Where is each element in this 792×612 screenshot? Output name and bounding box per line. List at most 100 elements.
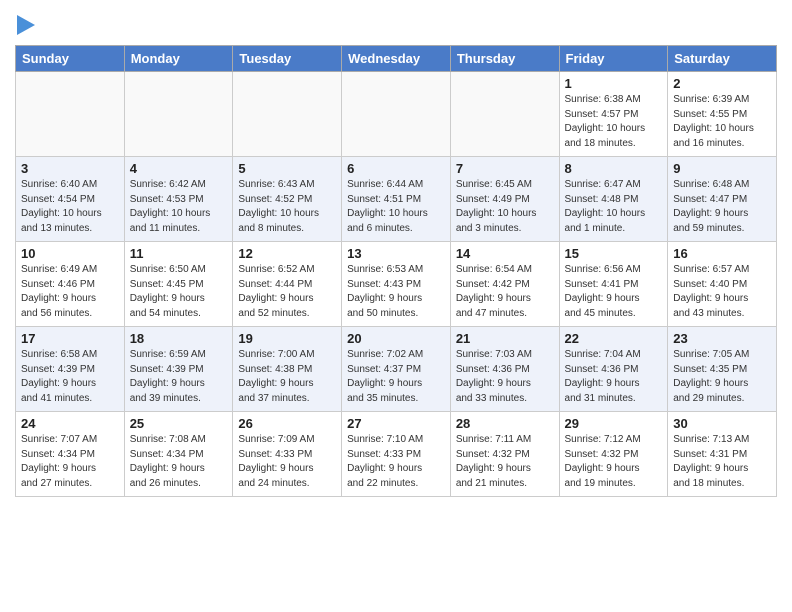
calendar-cell: 29 Sunrise: 7:12 AM Sunset: 4:32 PM Dayli… — [559, 412, 668, 497]
weekday-header-friday: Friday — [559, 46, 668, 72]
day-info: Sunrise: 6:38 AM Sunset: 4:57 PM Dayligh… — [565, 93, 663, 151]
calendar-cell — [233, 72, 342, 157]
day-number: 20 — [347, 331, 445, 346]
day-number: 6 — [347, 161, 445, 176]
day-number: 24 — [21, 416, 119, 431]
day-info: Sunrise: 6:58 AM Sunset: 4:39 PM Dayligh… — [21, 348, 119, 406]
calendar-cell: 26 Sunrise: 7:09 AM Sunset: 4:33 PM Dayli… — [233, 412, 342, 497]
day-info: Sunrise: 6:49 AM Sunset: 4:46 PM Dayligh… — [21, 263, 119, 321]
day-number: 12 — [238, 246, 336, 261]
weekday-header-row: SundayMondayTuesdayWednesdayThursdayFrid… — [16, 46, 777, 72]
calendar-cell — [342, 72, 451, 157]
calendar-cell: 2 Sunrise: 6:39 AM Sunset: 4:55 PM Daylig… — [668, 72, 777, 157]
calendar-cell: 16 Sunrise: 6:57 AM Sunset: 4:40 PM Dayli… — [668, 242, 777, 327]
logo-arrow-icon — [17, 15, 35, 35]
page-container: SundayMondayTuesdayWednesdayThursdayFrid… — [0, 0, 792, 507]
day-info: Sunrise: 7:09 AM Sunset: 4:33 PM Dayligh… — [238, 433, 336, 491]
calendar-cell: 25Sunrise: 7:08 AM Sunset: 4:34 PM Dayli… — [124, 412, 233, 497]
calendar-cell: 13 Sunrise: 6:53 AM Sunset: 4:43 PM Dayli… — [342, 242, 451, 327]
calendar-cell: 28 Sunrise: 7:11 AM Sunset: 4:32 PM Dayli… — [450, 412, 559, 497]
day-info: Sunrise: 6:44 AM Sunset: 4:51 PM Dayligh… — [347, 178, 445, 236]
calendar-cell — [16, 72, 125, 157]
day-info: Sunrise: 6:40 AM Sunset: 4:54 PM Dayligh… — [21, 178, 119, 236]
page-header — [15, 15, 777, 35]
day-number: 3 — [21, 161, 119, 176]
calendar-week-3: 10Sunrise: 6:49 AM Sunset: 4:46 PM Dayli… — [16, 242, 777, 327]
day-number: 17 — [21, 331, 119, 346]
day-info: Sunrise: 7:04 AM Sunset: 4:36 PM Dayligh… — [565, 348, 663, 406]
day-number: 21 — [456, 331, 554, 346]
day-info: Sunrise: 7:02 AM Sunset: 4:37 PM Dayligh… — [347, 348, 445, 406]
calendar-cell: 24Sunrise: 7:07 AM Sunset: 4:34 PM Dayli… — [16, 412, 125, 497]
calendar-cell — [124, 72, 233, 157]
day-number: 4 — [130, 161, 228, 176]
calendar-cell: 19Sunrise: 7:00 AM Sunset: 4:38 PM Dayli… — [233, 327, 342, 412]
day-number: 19 — [238, 331, 336, 346]
day-number: 13 — [347, 246, 445, 261]
logo — [15, 15, 35, 35]
day-number: 29 — [565, 416, 663, 431]
calendar-week-2: 3 Sunrise: 6:40 AM Sunset: 4:54 PM Daylig… — [16, 157, 777, 242]
day-number: 23 — [673, 331, 771, 346]
calendar-week-4: 17 Sunrise: 6:58 AM Sunset: 4:39 PM Dayli… — [16, 327, 777, 412]
day-number: 26 — [238, 416, 336, 431]
day-number: 25 — [130, 416, 228, 431]
weekday-header-wednesday: Wednesday — [342, 46, 451, 72]
calendar-week-5: 24Sunrise: 7:07 AM Sunset: 4:34 PM Dayli… — [16, 412, 777, 497]
day-info: Sunrise: 6:59 AM Sunset: 4:39 PM Dayligh… — [130, 348, 228, 406]
calendar-cell: 18 Sunrise: 6:59 AM Sunset: 4:39 PM Dayli… — [124, 327, 233, 412]
day-info: Sunrise: 6:48 AM Sunset: 4:47 PM Dayligh… — [673, 178, 771, 236]
weekday-header-saturday: Saturday — [668, 46, 777, 72]
day-info: Sunrise: 7:03 AM Sunset: 4:36 PM Dayligh… — [456, 348, 554, 406]
day-info: Sunrise: 7:11 AM Sunset: 4:32 PM Dayligh… — [456, 433, 554, 491]
day-info: Sunrise: 6:53 AM Sunset: 4:43 PM Dayligh… — [347, 263, 445, 321]
calendar-cell: 30Sunrise: 7:13 AM Sunset: 4:31 PM Dayli… — [668, 412, 777, 497]
weekday-header-monday: Monday — [124, 46, 233, 72]
weekday-header-thursday: Thursday — [450, 46, 559, 72]
day-number: 30 — [673, 416, 771, 431]
day-number: 5 — [238, 161, 336, 176]
calendar-cell: 14Sunrise: 6:54 AM Sunset: 4:42 PM Dayli… — [450, 242, 559, 327]
day-number: 22 — [565, 331, 663, 346]
day-info: Sunrise: 7:10 AM Sunset: 4:33 PM Dayligh… — [347, 433, 445, 491]
day-number: 1 — [565, 76, 663, 91]
calendar-cell: 23 Sunrise: 7:05 AM Sunset: 4:35 PM Dayli… — [668, 327, 777, 412]
day-number: 18 — [130, 331, 228, 346]
day-info: Sunrise: 6:43 AM Sunset: 4:52 PM Dayligh… — [238, 178, 336, 236]
calendar-cell: 8 Sunrise: 6:47 AM Sunset: 4:48 PM Daylig… — [559, 157, 668, 242]
day-info: Sunrise: 6:54 AM Sunset: 4:42 PM Dayligh… — [456, 263, 554, 321]
day-info: Sunrise: 6:52 AM Sunset: 4:44 PM Dayligh… — [238, 263, 336, 321]
calendar-cell: 1 Sunrise: 6:38 AM Sunset: 4:57 PM Daylig… — [559, 72, 668, 157]
day-info: Sunrise: 7:05 AM Sunset: 4:35 PM Dayligh… — [673, 348, 771, 406]
day-info: Sunrise: 6:50 AM Sunset: 4:45 PM Dayligh… — [130, 263, 228, 321]
calendar-cell: 21 Sunrise: 7:03 AM Sunset: 4:36 PM Dayli… — [450, 327, 559, 412]
weekday-header-tuesday: Tuesday — [233, 46, 342, 72]
day-number: 9 — [673, 161, 771, 176]
calendar-body: 1 Sunrise: 6:38 AM Sunset: 4:57 PM Daylig… — [16, 72, 777, 497]
calendar-cell: 11Sunrise: 6:50 AM Sunset: 4:45 PM Dayli… — [124, 242, 233, 327]
day-info: Sunrise: 6:47 AM Sunset: 4:48 PM Dayligh… — [565, 178, 663, 236]
calendar-cell: 20 Sunrise: 7:02 AM Sunset: 4:37 PM Dayli… — [342, 327, 451, 412]
calendar-cell: 17 Sunrise: 6:58 AM Sunset: 4:39 PM Dayli… — [16, 327, 125, 412]
day-number: 28 — [456, 416, 554, 431]
day-info: Sunrise: 6:39 AM Sunset: 4:55 PM Dayligh… — [673, 93, 771, 151]
day-info: Sunrise: 6:57 AM Sunset: 4:40 PM Dayligh… — [673, 263, 771, 321]
day-number: 16 — [673, 246, 771, 261]
day-number: 2 — [673, 76, 771, 91]
logo-line — [15, 15, 35, 35]
calendar-cell: 12 Sunrise: 6:52 AM Sunset: 4:44 PM Dayli… — [233, 242, 342, 327]
day-number: 8 — [565, 161, 663, 176]
calendar-cell: 27 Sunrise: 7:10 AM Sunset: 4:33 PM Dayli… — [342, 412, 451, 497]
calendar-cell: 15Sunrise: 6:56 AM Sunset: 4:41 PM Dayli… — [559, 242, 668, 327]
calendar-cell: 6 Sunrise: 6:44 AM Sunset: 4:51 PM Daylig… — [342, 157, 451, 242]
day-info: Sunrise: 6:42 AM Sunset: 4:53 PM Dayligh… — [130, 178, 228, 236]
logo-text-block — [15, 15, 35, 35]
calendar-cell: 22 Sunrise: 7:04 AM Sunset: 4:36 PM Dayli… — [559, 327, 668, 412]
day-number: 7 — [456, 161, 554, 176]
calendar-table: SundayMondayTuesdayWednesdayThursdayFrid… — [15, 45, 777, 497]
calendar-cell — [450, 72, 559, 157]
calendar-cell: 3 Sunrise: 6:40 AM Sunset: 4:54 PM Daylig… — [16, 157, 125, 242]
calendar-cell: 5 Sunrise: 6:43 AM Sunset: 4:52 PM Daylig… — [233, 157, 342, 242]
day-info: Sunrise: 7:12 AM Sunset: 4:32 PM Dayligh… — [565, 433, 663, 491]
day-number: 27 — [347, 416, 445, 431]
